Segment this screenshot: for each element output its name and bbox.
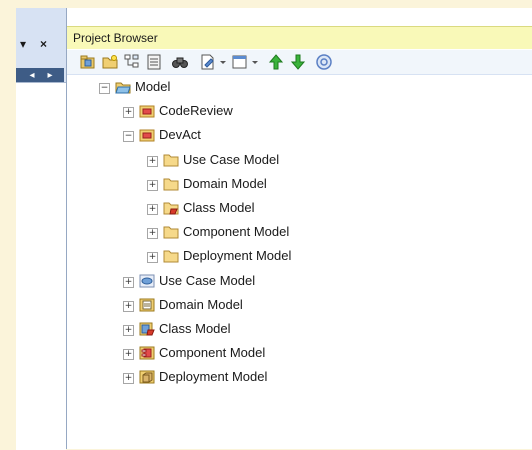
package-icon: [139, 104, 155, 118]
tree-node-label: Component Model: [183, 224, 290, 240]
toolbar: [67, 50, 532, 75]
folder-icon: [163, 153, 179, 167]
component-view-icon: [139, 346, 155, 360]
expand-toggle-icon[interactable]: +: [123, 373, 134, 385]
document-dropdown-icon[interactable]: [199, 53, 229, 71]
panel-title-bar: Project Browser: [67, 26, 532, 49]
tree-node-label: Use Case Model: [159, 272, 256, 288]
tree-node[interactable]: + Class Model: [67, 199, 527, 221]
tree-node-label: Component Model: [159, 345, 266, 361]
window-dropdown-icon[interactable]: [231, 53, 261, 71]
expand-toggle-icon[interactable]: +: [123, 107, 134, 119]
tree-node-label: DevAct: [159, 127, 201, 143]
dock-controls: ▾ ×: [16, 37, 66, 54]
move-down-arrow-icon[interactable]: [289, 53, 307, 71]
new-folder-icon[interactable]: [101, 53, 119, 71]
expand-toggle-icon[interactable]: +: [147, 252, 158, 264]
left-dock-column: ▾ × ◂ ▸: [16, 8, 67, 450]
expand-toggle-icon[interactable]: +: [123, 325, 134, 336]
folder-icon: [163, 225, 179, 239]
nav-next-icon[interactable]: ▸: [42, 69, 58, 83]
close-icon[interactable]: ×: [40, 37, 47, 51]
find-binoculars-icon[interactable]: [171, 53, 189, 71]
tree-node[interactable]: + Component Model: [67, 344, 527, 366]
expand-toggle-icon[interactable]: +: [147, 155, 158, 167]
nav-prev-icon[interactable]: ◂: [24, 69, 40, 83]
tree-node[interactable]: + Use Case Model: [67, 272, 527, 294]
class-folder-icon: [163, 201, 179, 215]
folder-icon: [163, 177, 179, 191]
panel-title: Project Browser: [73, 31, 158, 45]
expand-toggle-icon[interactable]: +: [147, 179, 158, 191]
tree-node-label: Domain Model: [183, 175, 267, 191]
class-view-icon: [139, 322, 155, 336]
expand-toggle-icon[interactable]: +: [123, 300, 134, 312]
use-case-view-icon: [139, 274, 155, 288]
move-up-arrow-icon[interactable]: [267, 53, 285, 71]
tree-node[interactable]: + Use Case Model: [67, 151, 527, 173]
tree-node-label: Deployment Model: [159, 369, 268, 385]
tree-node[interactable]: + Class Model: [67, 320, 527, 342]
tree-node[interactable]: − Model: [67, 78, 527, 100]
tree-node-label: Deployment Model: [183, 248, 292, 264]
tree-node-label: Class Model: [159, 321, 231, 336]
tree-node-label: Class Model: [183, 200, 255, 215]
expand-toggle-icon[interactable]: +: [147, 204, 158, 215]
tree-node-label: Domain Model: [159, 296, 243, 312]
help-icon[interactable]: [315, 53, 333, 71]
tree-node[interactable]: + Domain Model: [67, 175, 527, 197]
project-tree: − Model + CodeReview − DevAct + Use Case Model +…: [67, 76, 532, 449]
tree-node[interactable]: + Domain Model: [67, 296, 527, 318]
package-icon: [139, 128, 155, 142]
top-strip: [0, 0, 532, 8]
tree-node[interactable]: + Deployment Model: [67, 368, 527, 390]
left-dock-body: [16, 82, 66, 450]
deployment-view-icon: [139, 370, 155, 384]
tree-node[interactable]: + Component Model: [67, 223, 527, 245]
new-element-icon[interactable]: [145, 53, 163, 71]
tree-node[interactable]: + Deployment Model: [67, 247, 527, 269]
tree-node-label: CodeReview: [159, 103, 233, 119]
new-diagram-icon[interactable]: [123, 53, 141, 71]
domain-view-icon: [139, 298, 155, 312]
folder-icon: [163, 249, 179, 263]
tree-node[interactable]: + CodeReview: [67, 102, 527, 124]
dock-menu-icon[interactable]: ▾: [20, 37, 26, 51]
collapse-toggle-icon[interactable]: −: [99, 83, 110, 94]
collapse-toggle-icon[interactable]: −: [123, 131, 134, 143]
tree-node[interactable]: − DevAct: [67, 126, 527, 148]
project-browser-panel: Project Browser − Model + CodeReview − D…: [67, 8, 532, 449]
tree-node-label: Use Case Model: [183, 151, 280, 167]
expand-toggle-icon[interactable]: +: [123, 349, 134, 361]
expand-toggle-icon[interactable]: +: [147, 228, 158, 240]
expand-toggle-icon[interactable]: +: [123, 276, 134, 288]
new-package-icon[interactable]: [79, 53, 97, 71]
root-model-icon: [115, 80, 131, 94]
tree-node-label: Model: [135, 79, 171, 94]
